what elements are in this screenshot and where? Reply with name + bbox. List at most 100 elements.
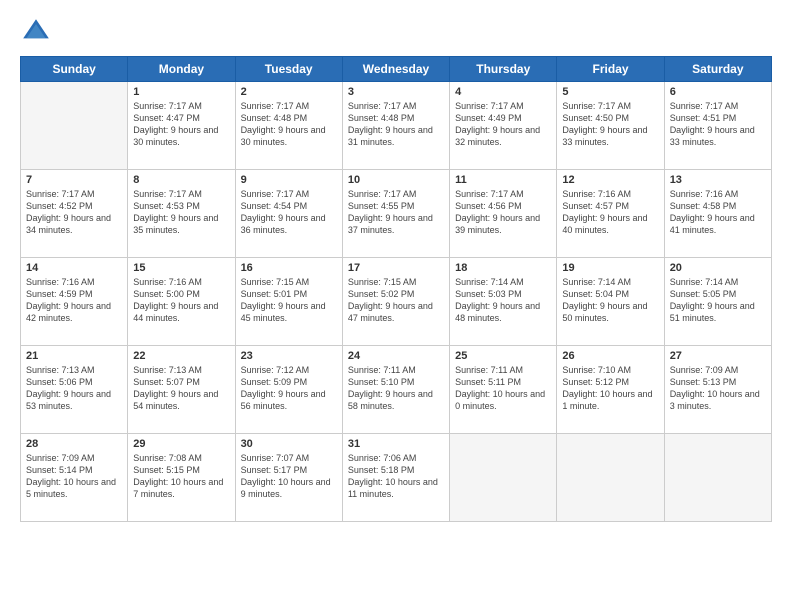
day-cell: 27 Sunrise: 7:09 AMSunset: 5:13 PMDayligh… <box>664 346 771 434</box>
day-number: 12 <box>562 174 658 186</box>
day-cell <box>21 82 128 170</box>
day-info: Sunrise: 7:17 AMSunset: 4:49 PMDaylight:… <box>455 100 551 149</box>
day-number: 10 <box>348 174 444 186</box>
day-info: Sunrise: 7:14 AMSunset: 5:03 PMDaylight:… <box>455 276 551 325</box>
header <box>20 16 772 48</box>
day-cell <box>664 434 771 522</box>
day-cell: 29 Sunrise: 7:08 AMSunset: 5:15 PMDayligh… <box>128 434 235 522</box>
day-cell: 31Sunrise: 7:06 AMSunset: 5:18 PMDayligh… <box>342 434 449 522</box>
day-info: Sunrise: 7:09 AMSunset: 5:13 PMDaylight:… <box>670 364 766 413</box>
day-info: Sunrise: 7:16 AMSunset: 4:58 PMDaylight:… <box>670 188 766 237</box>
day-info: Sunrise: 7:17 AMSunset: 4:48 PMDaylight:… <box>241 100 337 149</box>
day-cell <box>450 434 557 522</box>
day-info: Sunrise: 7:06 AMSunset: 5:18 PMDaylight:… <box>348 452 444 501</box>
day-number: 4 <box>455 86 551 98</box>
day-info: Sunrise: 7:10 AMSunset: 5:12 PMDaylight:… <box>562 364 658 413</box>
day-info: Sunrise: 7:11 AMSunset: 5:10 PMDaylight:… <box>348 364 444 413</box>
day-cell: 22Sunrise: 7:13 AMSunset: 5:07 PMDayligh… <box>128 346 235 434</box>
day-info: Sunrise: 7:16 AMSunset: 5:00 PMDaylight:… <box>133 276 229 325</box>
logo-icon <box>20 16 52 48</box>
day-number: 19 <box>562 262 658 274</box>
day-info: Sunrise: 7:09 AMSunset: 5:14 PMDaylight:… <box>26 452 122 501</box>
day-number: 7 <box>26 174 122 186</box>
day-cell: 8 Sunrise: 7:17 AMSunset: 4:53 PMDaylight… <box>128 170 235 258</box>
day-header-tuesday: Tuesday <box>235 57 342 82</box>
day-number: 26 <box>562 350 658 362</box>
page: SundayMondayTuesdayWednesdayThursdayFrid… <box>0 0 792 612</box>
day-info: Sunrise: 7:08 AMSunset: 5:15 PMDaylight:… <box>133 452 229 501</box>
day-info: Sunrise: 7:16 AMSunset: 4:57 PMDaylight:… <box>562 188 658 237</box>
day-cell: 7 Sunrise: 7:17 AMSunset: 4:52 PMDaylight… <box>21 170 128 258</box>
day-cell: 2 Sunrise: 7:17 AMSunset: 4:48 PMDaylight… <box>235 82 342 170</box>
day-cell: 30Sunrise: 7:07 AMSunset: 5:17 PMDayligh… <box>235 434 342 522</box>
day-cell: 17 Sunrise: 7:15 AMSunset: 5:02 PMDayligh… <box>342 258 449 346</box>
day-info: Sunrise: 7:11 AMSunset: 5:11 PMDaylight:… <box>455 364 551 413</box>
week-row-5: 28 Sunrise: 7:09 AMSunset: 5:14 PMDayligh… <box>21 434 772 522</box>
day-info: Sunrise: 7:13 AMSunset: 5:06 PMDaylight:… <box>26 364 122 413</box>
day-number: 17 <box>348 262 444 274</box>
day-number: 15 <box>133 262 229 274</box>
day-number: 2 <box>241 86 337 98</box>
day-number: 18 <box>455 262 551 274</box>
day-number: 13 <box>670 174 766 186</box>
day-number: 20 <box>670 262 766 274</box>
day-number: 6 <box>670 86 766 98</box>
day-cell: 3 Sunrise: 7:17 AMSunset: 4:48 PMDaylight… <box>342 82 449 170</box>
day-info: Sunrise: 7:14 AMSunset: 5:04 PMDaylight:… <box>562 276 658 325</box>
day-cell: 1 Sunrise: 7:17 AMSunset: 4:47 PMDaylight… <box>128 82 235 170</box>
day-info: Sunrise: 7:15 AMSunset: 5:01 PMDaylight:… <box>241 276 337 325</box>
day-number: 25 <box>455 350 551 362</box>
week-row-4: 21 Sunrise: 7:13 AMSunset: 5:06 PMDayligh… <box>21 346 772 434</box>
day-info: Sunrise: 7:17 AMSunset: 4:48 PMDaylight:… <box>348 100 444 149</box>
day-cell: 13 Sunrise: 7:16 AMSunset: 4:58 PMDayligh… <box>664 170 771 258</box>
day-cell: 19 Sunrise: 7:14 AMSunset: 5:04 PMDayligh… <box>557 258 664 346</box>
day-number: 16 <box>241 262 337 274</box>
day-cell: 23 Sunrise: 7:12 AMSunset: 5:09 PMDayligh… <box>235 346 342 434</box>
day-number: 27 <box>670 350 766 362</box>
day-info: Sunrise: 7:16 AMSunset: 4:59 PMDaylight:… <box>26 276 122 325</box>
day-cell: 28 Sunrise: 7:09 AMSunset: 5:14 PMDayligh… <box>21 434 128 522</box>
day-number: 8 <box>133 174 229 186</box>
week-row-3: 14 Sunrise: 7:16 AMSunset: 4:59 PMDayligh… <box>21 258 772 346</box>
day-info: Sunrise: 7:17 AMSunset: 4:55 PMDaylight:… <box>348 188 444 237</box>
day-header-sunday: Sunday <box>21 57 128 82</box>
day-info: Sunrise: 7:17 AMSunset: 4:52 PMDaylight:… <box>26 188 122 237</box>
day-info: Sunrise: 7:17 AMSunset: 4:53 PMDaylight:… <box>133 188 229 237</box>
day-cell: 26 Sunrise: 7:10 AMSunset: 5:12 PMDayligh… <box>557 346 664 434</box>
day-number: 21 <box>26 350 122 362</box>
day-cell: 6 Sunrise: 7:17 AMSunset: 4:51 PMDaylight… <box>664 82 771 170</box>
day-cell: 12 Sunrise: 7:16 AMSunset: 4:57 PMDayligh… <box>557 170 664 258</box>
day-cell: 20 Sunrise: 7:14 AMSunset: 5:05 PMDayligh… <box>664 258 771 346</box>
calendar-table: SundayMondayTuesdayWednesdayThursdayFrid… <box>20 56 772 522</box>
day-header-monday: Monday <box>128 57 235 82</box>
day-info: Sunrise: 7:15 AMSunset: 5:02 PMDaylight:… <box>348 276 444 325</box>
day-cell <box>557 434 664 522</box>
day-info: Sunrise: 7:17 AMSunset: 4:51 PMDaylight:… <box>670 100 766 149</box>
day-header-saturday: Saturday <box>664 57 771 82</box>
day-cell: 5Sunrise: 7:17 AMSunset: 4:50 PMDaylight… <box>557 82 664 170</box>
day-cell: 18 Sunrise: 7:14 AMSunset: 5:03 PMDayligh… <box>450 258 557 346</box>
day-number: 24 <box>348 350 444 362</box>
day-cell: 10 Sunrise: 7:17 AMSunset: 4:55 PMDayligh… <box>342 170 449 258</box>
day-header-thursday: Thursday <box>450 57 557 82</box>
day-number: 5 <box>562 86 658 98</box>
day-cell: 24 Sunrise: 7:11 AMSunset: 5:10 PMDayligh… <box>342 346 449 434</box>
day-number: 29 <box>133 438 229 450</box>
day-number: 3 <box>348 86 444 98</box>
week-row-2: 7 Sunrise: 7:17 AMSunset: 4:52 PMDaylight… <box>21 170 772 258</box>
day-header-friday: Friday <box>557 57 664 82</box>
day-number: 14 <box>26 262 122 274</box>
day-info: Sunrise: 7:07 AMSunset: 5:17 PMDaylight:… <box>241 452 337 501</box>
day-info: Sunrise: 7:12 AMSunset: 5:09 PMDaylight:… <box>241 364 337 413</box>
day-info: Sunrise: 7:14 AMSunset: 5:05 PMDaylight:… <box>670 276 766 325</box>
logo <box>20 16 56 48</box>
day-cell: 11Sunrise: 7:17 AMSunset: 4:56 PMDayligh… <box>450 170 557 258</box>
week-row-1: 1 Sunrise: 7:17 AMSunset: 4:47 PMDaylight… <box>21 82 772 170</box>
day-number: 1 <box>133 86 229 98</box>
day-number: 28 <box>26 438 122 450</box>
day-number: 23 <box>241 350 337 362</box>
day-info: Sunrise: 7:17 AMSunset: 4:47 PMDaylight:… <box>133 100 229 149</box>
day-cell: 15 Sunrise: 7:16 AMSunset: 5:00 PMDayligh… <box>128 258 235 346</box>
day-number: 22 <box>133 350 229 362</box>
day-cell: 16 Sunrise: 7:15 AMSunset: 5:01 PMDayligh… <box>235 258 342 346</box>
